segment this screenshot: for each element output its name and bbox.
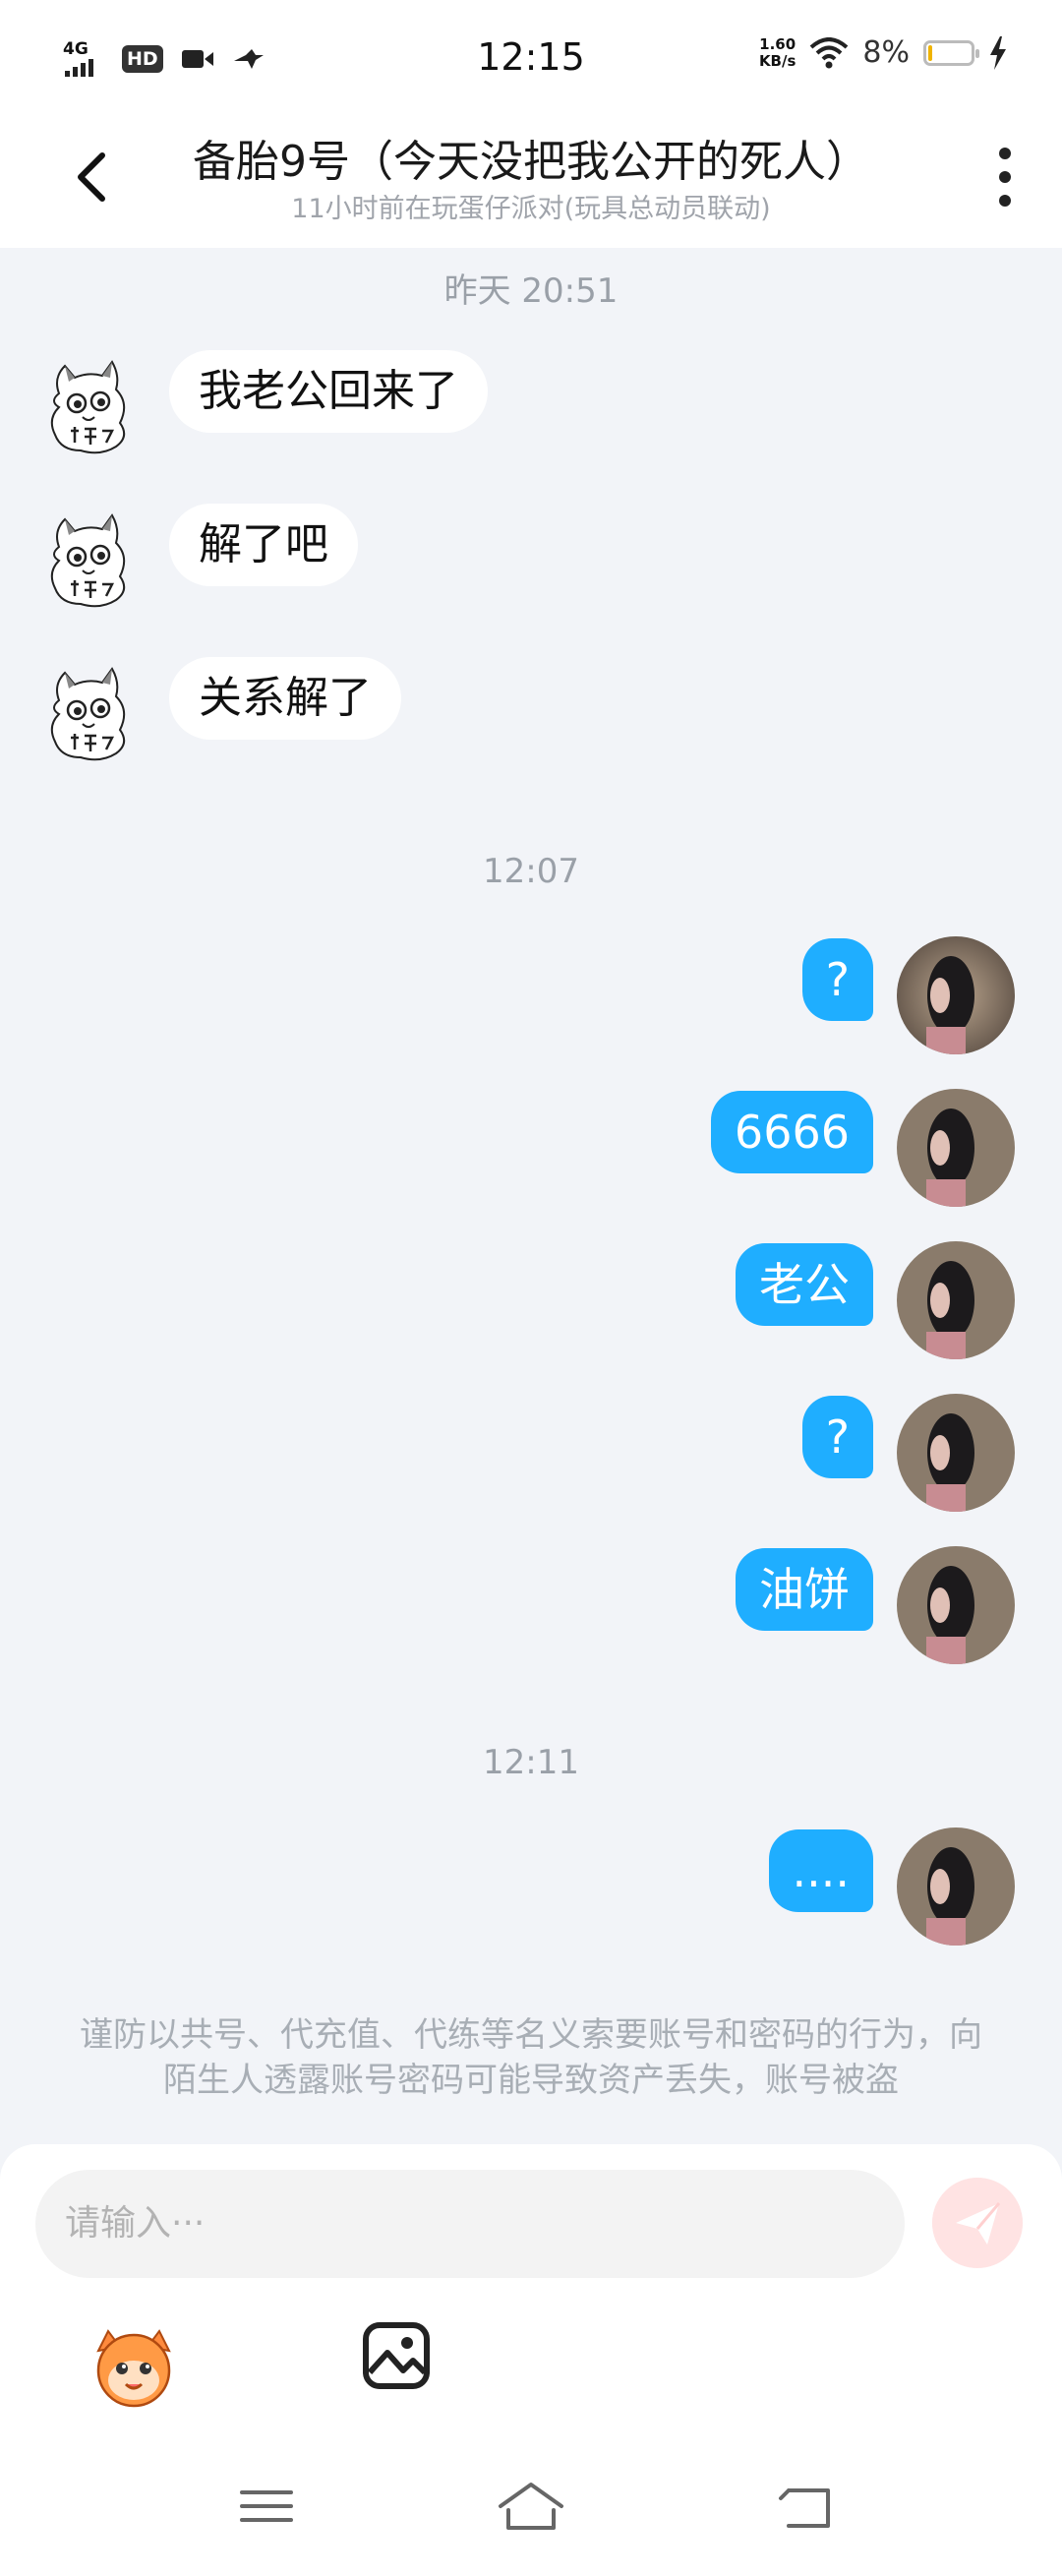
message-input[interactable]: 请输入··· [35,2170,905,2278]
message-row-outgoing: 老公 [736,1241,1015,1359]
message-bubble-outgoing[interactable]: .... [768,1829,873,1912]
charging-icon [990,35,1006,70]
user-avatar[interactable] [897,1241,1015,1359]
message-bubble-outgoing[interactable]: 6666 [710,1091,873,1173]
timestamp: 12:11 [483,1743,579,1782]
wifi-icon [810,36,849,68]
user-avatar[interactable] [897,1089,1015,1207]
status-bar: 4G HD 12:15 1.60 KB/s 8% [0,0,1062,118]
emoji-icon[interactable] [87,2317,181,2412]
image-icon[interactable] [362,2321,431,2390]
back-nav-icon[interactable] [773,2477,842,2536]
system-nav-bar [0,2449,1062,2576]
network-speed: 1.60 KB/s [758,34,796,70]
speed-unit: KB/s [758,51,796,70]
message-row-outgoing: ? [801,936,1015,1054]
message-row-outgoing: ? [801,1394,1015,1512]
speed-value: 1.60 [759,34,796,53]
message-row-outgoing: 油饼 [736,1546,1015,1664]
contact-status: 11小时前在玩蛋仔派对(玩具总动员联动) [291,194,771,224]
contact-avatar[interactable] [41,348,159,466]
more-vertical-icon[interactable] [997,148,1013,207]
chat-header: 备胎9号（今天没把我公开的死人） 11小时前在玩蛋仔派对(玩具总动员联动) [0,118,1062,248]
status-right: 1.60 KB/s 8% [759,35,1008,70]
battery-level-fill [928,44,932,61]
message-row-incoming: 我老公回来了 [41,348,488,466]
battery-percent: 8% [862,35,910,70]
contact-avatar[interactable] [41,502,159,620]
home-icon[interactable] [497,2477,565,2536]
menu-icon[interactable] [232,2477,301,2536]
message-bubble-incoming[interactable]: 关系解了 [169,657,401,740]
timestamp: 12:07 [483,852,579,891]
message-row-outgoing: .... [768,1827,1015,1946]
send-icon[interactable] [932,2178,1023,2268]
message-bubble-outgoing[interactable]: ? [801,938,873,1021]
message-bubble-outgoing[interactable]: 油饼 [736,1548,873,1631]
timestamp: 昨天 20:51 [443,271,619,311]
contact-avatar[interactable] [41,655,159,773]
message-bubble-incoming[interactable]: 解了吧 [169,504,358,586]
message-row-incoming: 解了吧 [41,502,358,620]
user-avatar[interactable] [897,1827,1015,1946]
back-arrow-icon[interactable] [69,148,116,207]
battery-icon [923,39,979,66]
message-row-outgoing: 6666 [710,1089,1015,1207]
message-bubble-outgoing[interactable]: ? [801,1396,873,1478]
chat-title: 备胎9号（今天没把我公开的死人） [193,137,869,187]
message-bubble-incoming[interactable]: 我老公回来了 [169,350,488,433]
user-avatar[interactable] [897,936,1015,1054]
user-avatar[interactable] [897,1546,1015,1664]
message-row-incoming: 关系解了 [41,655,401,773]
security-warning: 谨防以共号、代充值、代练等名义索要账号和密码的行为，向陌生人透露账号密码可能导致… [80,2015,982,2100]
message-bubble-outgoing[interactable]: 老公 [736,1243,873,1326]
user-avatar[interactable] [897,1394,1015,1512]
